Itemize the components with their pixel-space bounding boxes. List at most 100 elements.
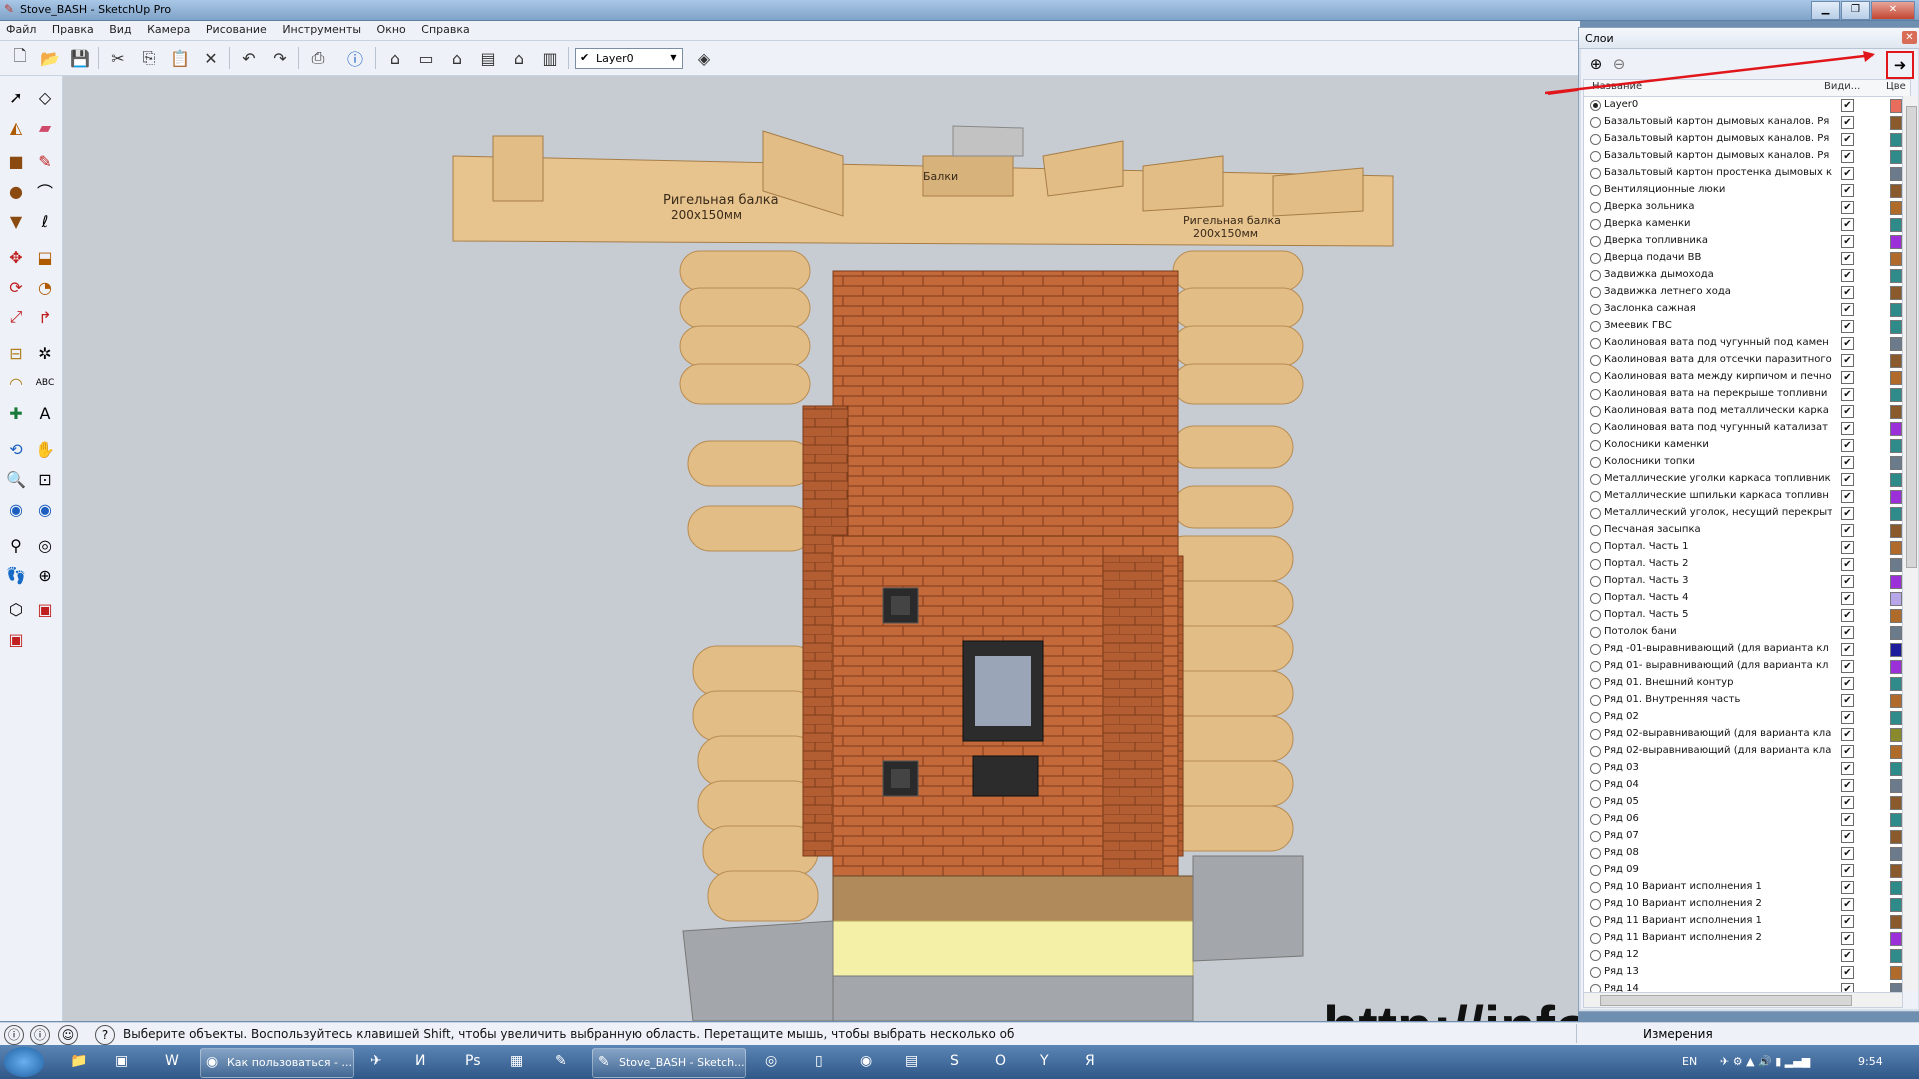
layer-row[interactable]: Портал. Часть 3 ✔	[1584, 573, 1902, 590]
layer-name[interactable]: Портал. Часть 4	[1604, 592, 1832, 603]
offset-tool-icon[interactable]: ↱	[32, 304, 58, 330]
layer-row[interactable]: Ряд 08 ✔	[1584, 845, 1902, 862]
layer-visibility-checkbox[interactable]: ✔	[1841, 133, 1854, 146]
layer-color-swatch[interactable]	[1890, 609, 1902, 623]
layer-row[interactable]: Металлические шпильки каркаса топливн ✔	[1584, 488, 1902, 505]
word-icon[interactable]: W	[160, 1048, 190, 1076]
layer-visibility-checkbox[interactable]: ✔	[1841, 541, 1854, 554]
active-layer-radio[interactable]	[1590, 185, 1601, 196]
active-layer-radio[interactable]	[1590, 134, 1601, 145]
active-layer-radio[interactable]	[1590, 491, 1601, 502]
active-layer-radio[interactable]	[1590, 168, 1601, 179]
layer-row[interactable]: Дверка топливника ✔	[1584, 233, 1902, 250]
app-icon-8[interactable]: ✎	[550, 1048, 580, 1076]
menu-help[interactable]: Справка	[415, 21, 475, 36]
active-layer-radio[interactable]	[1590, 406, 1601, 417]
layer-name[interactable]: Задвижка летнего хода	[1604, 286, 1832, 297]
skype-icon[interactable]: S	[945, 1048, 975, 1076]
layer-color-swatch[interactable]	[1890, 711, 1902, 725]
layer-color-swatch[interactable]	[1890, 133, 1902, 147]
layer-name[interactable]: Ряд 02-выравнивающий (для варианта кла	[1604, 728, 1832, 739]
section-plane-icon[interactable]: ⊕	[32, 562, 58, 588]
layer-color-swatch[interactable]	[1890, 932, 1902, 946]
layer-name[interactable]: Песчаная засыпка	[1604, 524, 1832, 535]
eraser-icon[interactable]: ▰	[32, 114, 58, 140]
app-icon-2[interactable]: ▣	[110, 1048, 140, 1076]
layer-visibility-checkbox[interactable]: ✔	[1841, 439, 1854, 452]
credits-icon[interactable]: ⓘ	[30, 1025, 50, 1045]
layer-name[interactable]: Каолиновая вата на перекрыше топливни	[1604, 388, 1832, 399]
menu-view[interactable]: Вид	[103, 21, 137, 36]
layer-row[interactable]: Каолиновая вата между кирпичом и печно ✔	[1584, 369, 1902, 386]
layer-visibility-checkbox[interactable]: ✔	[1841, 949, 1854, 962]
line-tool-icon[interactable]: ✎	[32, 148, 58, 174]
make-component-icon[interactable]: ◇	[32, 84, 58, 110]
layer-color-swatch[interactable]	[1890, 813, 1902, 827]
layer-row[interactable]: Потолок бани ✔	[1584, 624, 1902, 641]
active-layer-radio[interactable]	[1590, 389, 1601, 400]
layer-visibility-checkbox[interactable]: ✔	[1841, 388, 1854, 401]
layer-name[interactable]: Металлический уголок, несущий перекрыт	[1604, 507, 1832, 518]
layer-name[interactable]: Портал. Часть 2	[1604, 558, 1832, 569]
active-layer-radio[interactable]	[1590, 474, 1601, 485]
layer-row[interactable]: Ряд -01-выравнивающий (для варианта кл ✔	[1584, 641, 1902, 658]
layer-color-swatch[interactable]	[1890, 218, 1902, 232]
active-layer-radio[interactable]	[1590, 916, 1601, 927]
delete-icon[interactable]: ✕	[199, 46, 223, 70]
layer-row[interactable]: Дверца подачи ВВ ✔	[1584, 250, 1902, 267]
layer-name[interactable]: Каолиновая вата под чугунный катализат	[1604, 422, 1832, 433]
new-file-icon[interactable]: 🗋	[8, 46, 32, 70]
layer-row[interactable]: Песчаная засыпка ✔	[1584, 522, 1902, 539]
materials-tool-icon[interactable]: ▣	[3, 626, 29, 652]
layer-visibility-checkbox[interactable]: ✔	[1841, 490, 1854, 503]
layer-color-swatch[interactable]	[1890, 439, 1902, 453]
active-layer-radio[interactable]	[1590, 865, 1601, 876]
layer-color-swatch[interactable]	[1890, 473, 1902, 487]
layer-color-swatch[interactable]	[1890, 745, 1902, 759]
freehand-tool-icon[interactable]: ℓ	[32, 208, 58, 234]
close-button[interactable]: ✕	[1871, 1, 1915, 20]
layer-name[interactable]: Ряд 10 Вариант исполнения 1	[1604, 881, 1832, 892]
open-file-icon[interactable]: 📂	[38, 46, 62, 70]
layer-visibility-checkbox[interactable]: ✔	[1841, 762, 1854, 775]
measurements-box[interactable]: Измерения	[1576, 1024, 1713, 1043]
active-layer-radio[interactable]	[1590, 219, 1601, 230]
layer-name[interactable]: Металлические шпильки каркаса топливн	[1604, 490, 1832, 501]
layer-color-swatch[interactable]	[1890, 320, 1902, 334]
layer-color-swatch[interactable]	[1890, 150, 1902, 164]
layer-name[interactable]: Ряд 06	[1604, 813, 1832, 824]
active-layer-radio[interactable]	[1590, 933, 1601, 944]
layer-row[interactable]: Ряд 12 ✔	[1584, 947, 1902, 964]
layer-visibility-checkbox[interactable]: ✔	[1841, 915, 1854, 928]
layer-visibility-checkbox[interactable]: ✔	[1841, 405, 1854, 418]
details-arrow-icon[interactable]: ➜	[1886, 51, 1914, 79]
layer-name[interactable]: Ряд 01. Внешний контур	[1604, 677, 1832, 688]
redo-icon[interactable]: ↷	[268, 46, 292, 70]
app-icon-13[interactable]: ▤	[900, 1048, 930, 1076]
start-button[interactable]	[4, 1047, 44, 1077]
firefox-icon[interactable]: ◉	[855, 1048, 885, 1076]
layer-name[interactable]: Ряд 12	[1604, 949, 1832, 960]
layer-visibility-checkbox[interactable]: ✔	[1841, 456, 1854, 469]
layer-row[interactable]: Ряд 13 ✔	[1584, 964, 1902, 981]
layer-name[interactable]: Ряд 01. Внутренняя часть	[1604, 694, 1832, 705]
layer-visibility-checkbox[interactable]: ✔	[1841, 745, 1854, 758]
layer-visibility-checkbox[interactable]: ✔	[1841, 354, 1854, 367]
layer-visibility-checkbox[interactable]: ✔	[1841, 252, 1854, 265]
follow-me-icon[interactable]: ◔	[32, 274, 58, 300]
polygon-tool-icon[interactable]: ▼	[3, 208, 29, 234]
active-layer-radio[interactable]	[1590, 304, 1601, 315]
clock[interactable]: 9:54	[1858, 1055, 1883, 1068]
layer-visibility-checkbox[interactable]: ✔	[1841, 524, 1854, 537]
move-tool-icon[interactable]: ✥	[3, 244, 29, 270]
layer-color-swatch[interactable]	[1890, 524, 1902, 538]
active-layer-radio[interactable]	[1590, 950, 1601, 961]
active-layer-radio[interactable]	[1590, 423, 1601, 434]
position-camera-icon[interactable]: ⚲	[3, 532, 29, 558]
layer-manager-icon[interactable]: ◈	[692, 46, 716, 70]
layer-row[interactable]: Металлические уголки каркаса топливник ✔	[1584, 471, 1902, 488]
menu-window[interactable]: Окно	[371, 21, 412, 36]
layer-name[interactable]: Каолиновая вата под металлически карка	[1604, 405, 1832, 416]
layer-visibility-checkbox[interactable]: ✔	[1841, 864, 1854, 877]
layer-visibility-checkbox[interactable]: ✔	[1841, 558, 1854, 571]
